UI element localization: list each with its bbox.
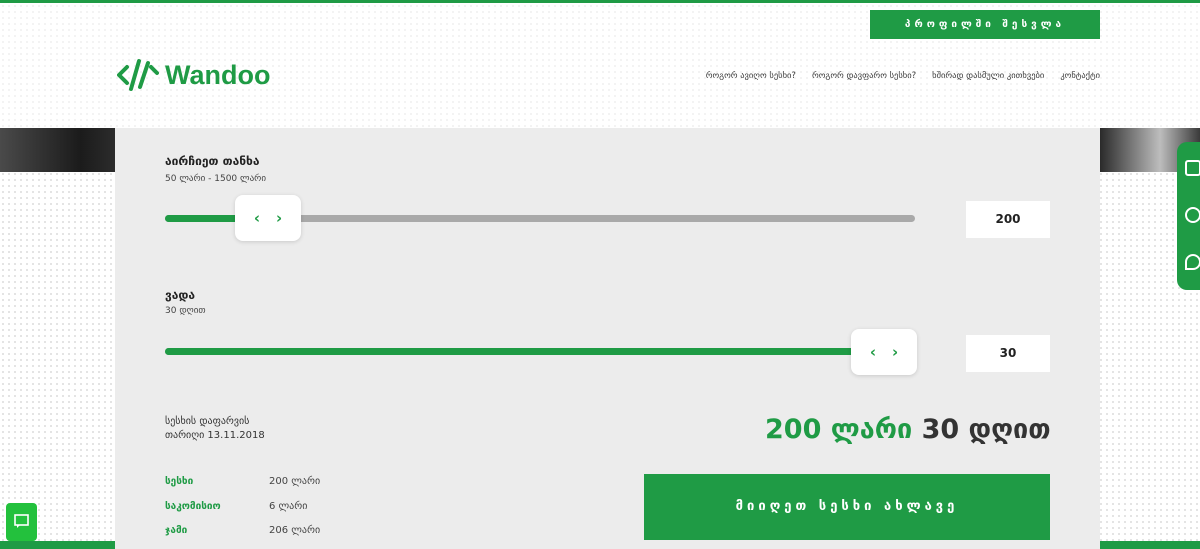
logo-text: Wandoo bbox=[165, 59, 271, 90]
due-date: თარიღი 13.11.2018 bbox=[165, 430, 265, 441]
detail-key: სესხი bbox=[165, 476, 194, 487]
term-title: ვადა bbox=[165, 288, 196, 302]
chat-button[interactable] bbox=[6, 503, 37, 541]
amount-slider-handle[interactable]: ‹ › bbox=[235, 195, 301, 241]
amount-range: 50 ლარი - 1500 ლარი bbox=[165, 174, 266, 184]
loan-summary: 200 ლარი 30 დღით bbox=[765, 414, 1051, 445]
nav-how-to-repay-loan[interactable]: როგორ დავფარო სესხი? bbox=[812, 71, 916, 81]
hero-image-left bbox=[0, 128, 115, 172]
nav-contact[interactable]: კონტაქტი bbox=[1060, 71, 1100, 81]
amount-slider-fill bbox=[165, 215, 243, 222]
chat-icon bbox=[14, 514, 29, 528]
summary-amount: 200 ლარი bbox=[765, 414, 913, 445]
term-slider-handle[interactable]: ‹ › bbox=[851, 329, 917, 375]
chevron-right-icon: › bbox=[276, 209, 283, 227]
main-nav: როგორ ავიღო სესხი? როგორ დავფარო სესხი? … bbox=[706, 71, 1100, 81]
nav-faq[interactable]: ხშირად დასმული კითხვები bbox=[932, 71, 1044, 81]
due-label: სესხის დაფარვის bbox=[165, 416, 250, 427]
profile-login-button[interactable]: პროფილში შესვლა bbox=[870, 10, 1100, 39]
amount-input[interactable]: 200 bbox=[966, 201, 1050, 238]
chevron-left-icon: ‹ bbox=[869, 343, 876, 361]
detail-value: 206 ლარი bbox=[269, 525, 321, 536]
term-range: 30 დღით bbox=[165, 306, 206, 316]
term-input[interactable]: 30 bbox=[966, 335, 1050, 372]
logo[interactable]: Wandoo bbox=[117, 55, 270, 95]
detail-value: 200 ლარი bbox=[269, 476, 321, 487]
bottom-accent-right bbox=[1100, 541, 1200, 549]
phone-icon[interactable] bbox=[1185, 160, 1200, 176]
get-loan-button[interactable]: მიიღეთ სესხი ახლავე bbox=[644, 474, 1050, 540]
detail-value: 6 ლარი bbox=[269, 501, 308, 512]
location-icon[interactable] bbox=[1185, 254, 1200, 270]
logo-icon bbox=[117, 59, 159, 91]
chevron-left-icon: ‹ bbox=[253, 209, 260, 227]
detail-key: ჯამი bbox=[165, 525, 188, 536]
nav-how-to-get-loan[interactable]: როგორ ავიღო სესხი? bbox=[706, 71, 796, 81]
summary-days: 30 დღით bbox=[921, 414, 1051, 445]
term-slider-fill bbox=[165, 348, 915, 355]
contact-side-panel bbox=[1177, 142, 1200, 290]
detail-key: საკომისიო bbox=[165, 501, 221, 512]
amount-title: აირჩიეთ თანხა bbox=[165, 154, 260, 168]
chevron-right-icon: › bbox=[892, 343, 899, 361]
bottom-accent-left bbox=[0, 541, 115, 549]
mail-icon[interactable] bbox=[1185, 207, 1200, 223]
